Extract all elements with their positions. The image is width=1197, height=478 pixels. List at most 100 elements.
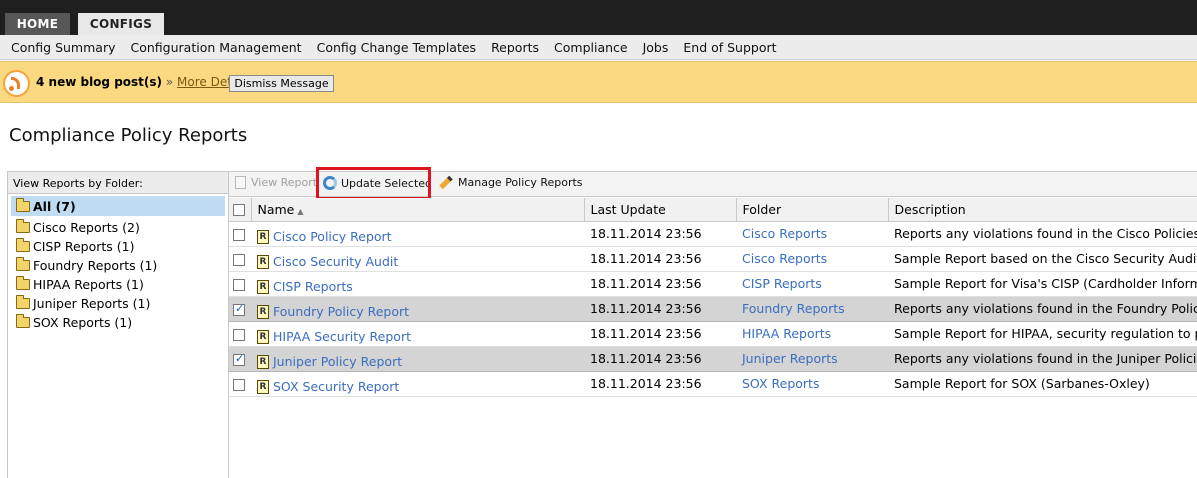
folder-icon bbox=[16, 257, 30, 271]
column-header-last-update[interactable]: Last Update bbox=[584, 198, 737, 222]
folder-link[interactable]: HIPAA Reports bbox=[742, 326, 831, 341]
folder-link[interactable]: CISP Reports bbox=[742, 276, 822, 291]
tab-home[interactable]: HOME bbox=[5, 13, 70, 35]
report-icon: R bbox=[257, 380, 269, 395]
report-name-cell: R SOX Security Report bbox=[251, 371, 584, 397]
report-name-link[interactable]: Foundry Policy Report bbox=[273, 304, 409, 319]
folder-item-sox[interactable]: SOX Reports (1) bbox=[11, 313, 225, 332]
configs-menu-bar: Config Summary Configuration Management … bbox=[0, 35, 1197, 60]
menu-config-summary[interactable]: Config Summary bbox=[11, 40, 116, 55]
view-report-button[interactable]: View Report bbox=[235, 176, 317, 189]
report-name-link[interactable]: CISP Reports bbox=[273, 279, 353, 294]
report-name-cell: R Cisco Security Audit bbox=[251, 246, 584, 272]
last-update-cell: 18.11.2014 23:56 bbox=[584, 271, 736, 297]
table-row[interactable]: R Cisco Policy Report 18.11.2014 23:56 Cisc… bbox=[229, 221, 1197, 247]
column-header-folder[interactable]: Folder bbox=[736, 198, 889, 222]
description-cell: Reports any violations found in the Juni… bbox=[888, 346, 1197, 372]
dismiss-message-button[interactable]: Dismiss Message bbox=[229, 75, 334, 92]
row-checkbox[interactable] bbox=[233, 253, 245, 266]
report-name-cell: R CISP Reports bbox=[251, 271, 584, 297]
report-name-link[interactable]: Juniper Policy Report bbox=[273, 354, 402, 369]
menu-config-change-templates[interactable]: Config Change Templates bbox=[317, 40, 476, 55]
folder-item-hipaa[interactable]: HIPAA Reports (1) bbox=[11, 275, 225, 294]
folder-link[interactable]: SOX Reports bbox=[742, 376, 819, 391]
table-row[interactable]: R SOX Security Report 18.11.2014 23:56 SOX … bbox=[229, 371, 1197, 397]
table-row[interactable]: R Cisco Security Audit 18.11.2014 23:56 Cis… bbox=[229, 246, 1197, 272]
folder-label: CISP Reports (1) bbox=[33, 239, 135, 254]
row-checkbox[interactable] bbox=[233, 302, 245, 316]
row-select-cell bbox=[229, 321, 251, 347]
menu-configuration-management[interactable]: Configuration Management bbox=[131, 40, 302, 55]
table-row[interactable]: R Juniper Policy Report 18.11.2014 23:56 Ju… bbox=[229, 346, 1197, 372]
folder-item-cisco[interactable]: Cisco Reports (2) bbox=[11, 218, 225, 237]
last-update-cell: 18.11.2014 23:56 bbox=[584, 346, 736, 372]
row-select-cell bbox=[229, 271, 251, 297]
select-all-header bbox=[229, 198, 252, 222]
column-header-label: Name bbox=[257, 201, 295, 217]
folder-label: Cisco Reports (2) bbox=[33, 220, 140, 235]
folder-item-all[interactable]: All (7) bbox=[11, 196, 225, 216]
manage-policy-reports-button[interactable]: Manage Policy Reports bbox=[437, 175, 583, 190]
row-checkbox[interactable] bbox=[233, 352, 245, 366]
folder-cell: Cisco Reports bbox=[736, 246, 888, 272]
menu-jobs[interactable]: Jobs bbox=[643, 40, 669, 55]
blog-feed-icon bbox=[3, 70, 30, 97]
menu-reports[interactable]: Reports bbox=[491, 40, 539, 55]
menu-compliance[interactable]: Compliance bbox=[554, 40, 628, 55]
report-name-link[interactable]: Cisco Policy Report bbox=[273, 229, 392, 244]
description-cell: Reports any violations found in the Cisc… bbox=[888, 221, 1197, 247]
report-name-cell: R HIPAA Security Report bbox=[251, 321, 584, 347]
folder-cell: Cisco Reports bbox=[736, 221, 888, 247]
pencil-icon bbox=[439, 175, 453, 190]
description-cell: Sample Report based on the Cisco Securit… bbox=[888, 246, 1197, 272]
description-cell: Sample Report for Visa's CISP (Cardholde… bbox=[888, 271, 1197, 297]
row-checkbox[interactable] bbox=[233, 378, 245, 391]
report-icon: R bbox=[257, 280, 269, 295]
table-header-row: Name ▲ Last Update Folder Description bbox=[229, 198, 1197, 222]
blog-notification-banner: 4 new blog post(s) » More Details Dismis… bbox=[0, 61, 1197, 103]
folder-panel: View Reports by Folder: All (7) Cisco Re… bbox=[7, 171, 229, 478]
report-name-link[interactable]: Cisco Security Audit bbox=[273, 254, 398, 269]
tab-configs[interactable]: CONFIGS bbox=[78, 13, 164, 35]
report-name-link[interactable]: HIPAA Security Report bbox=[273, 329, 411, 344]
report-icon: R bbox=[257, 255, 269, 270]
folder-item-foundry[interactable]: Foundry Reports (1) bbox=[11, 256, 225, 275]
report-name-link[interactable]: SOX Security Report bbox=[273, 379, 399, 394]
folder-link[interactable]: Foundry Reports bbox=[742, 301, 845, 316]
menu-end-of-support[interactable]: End of Support bbox=[683, 40, 776, 55]
reports-table-body: R Cisco Policy Report 18.11.2014 23:56 Cisc… bbox=[229, 221, 1197, 397]
column-header-name[interactable]: Name ▲ bbox=[251, 198, 585, 222]
folder-panel-header: View Reports by Folder: bbox=[8, 172, 228, 194]
view-report-icon bbox=[235, 176, 246, 189]
folder-icon bbox=[16, 295, 30, 309]
row-checkbox[interactable] bbox=[233, 228, 245, 241]
table-row[interactable]: R Foundry Policy Report 18.11.2014 23:56 Fo… bbox=[229, 296, 1197, 322]
table-row[interactable]: R CISP Reports 18.11.2014 23:56 CISP Report… bbox=[229, 271, 1197, 297]
row-select-cell bbox=[229, 371, 251, 397]
folder-label: HIPAA Reports (1) bbox=[33, 277, 144, 292]
folder-item-cisp[interactable]: CISP Reports (1) bbox=[11, 237, 225, 256]
reports-table: Name ▲ Last Update Folder Description R Ci… bbox=[229, 198, 1197, 397]
folder-cell: SOX Reports bbox=[736, 371, 888, 397]
row-checkbox[interactable] bbox=[233, 278, 245, 291]
page-title: Compliance Policy Reports bbox=[9, 125, 248, 146]
blog-count-text: 4 new blog post(s) bbox=[36, 75, 163, 89]
report-name-cell: R Foundry Policy Report bbox=[251, 296, 584, 322]
folder-link[interactable]: Cisco Reports bbox=[742, 226, 827, 241]
folder-link[interactable]: Juniper Reports bbox=[742, 351, 838, 366]
folder-icon bbox=[16, 314, 30, 328]
table-row[interactable]: R HIPAA Security Report 18.11.2014 23:56 HI… bbox=[229, 321, 1197, 347]
folder-link[interactable]: Cisco Reports bbox=[742, 251, 827, 266]
select-all-checkbox[interactable] bbox=[233, 204, 245, 217]
folder-icon bbox=[16, 197, 30, 212]
folder-label: Foundry Reports (1) bbox=[33, 258, 158, 273]
banner-separator: » bbox=[165, 75, 174, 89]
folder-item-juniper[interactable]: Juniper Reports (1) bbox=[11, 294, 225, 313]
folder-label: All (7) bbox=[33, 198, 76, 214]
last-update-cell: 18.11.2014 23:56 bbox=[584, 246, 736, 272]
folder-label: Juniper Reports (1) bbox=[33, 296, 151, 311]
row-checkbox[interactable] bbox=[233, 328, 245, 341]
highlight-box bbox=[316, 167, 431, 200]
manage-policy-reports-label: Manage Policy Reports bbox=[458, 176, 583, 189]
column-header-description[interactable]: Description bbox=[888, 198, 1197, 222]
